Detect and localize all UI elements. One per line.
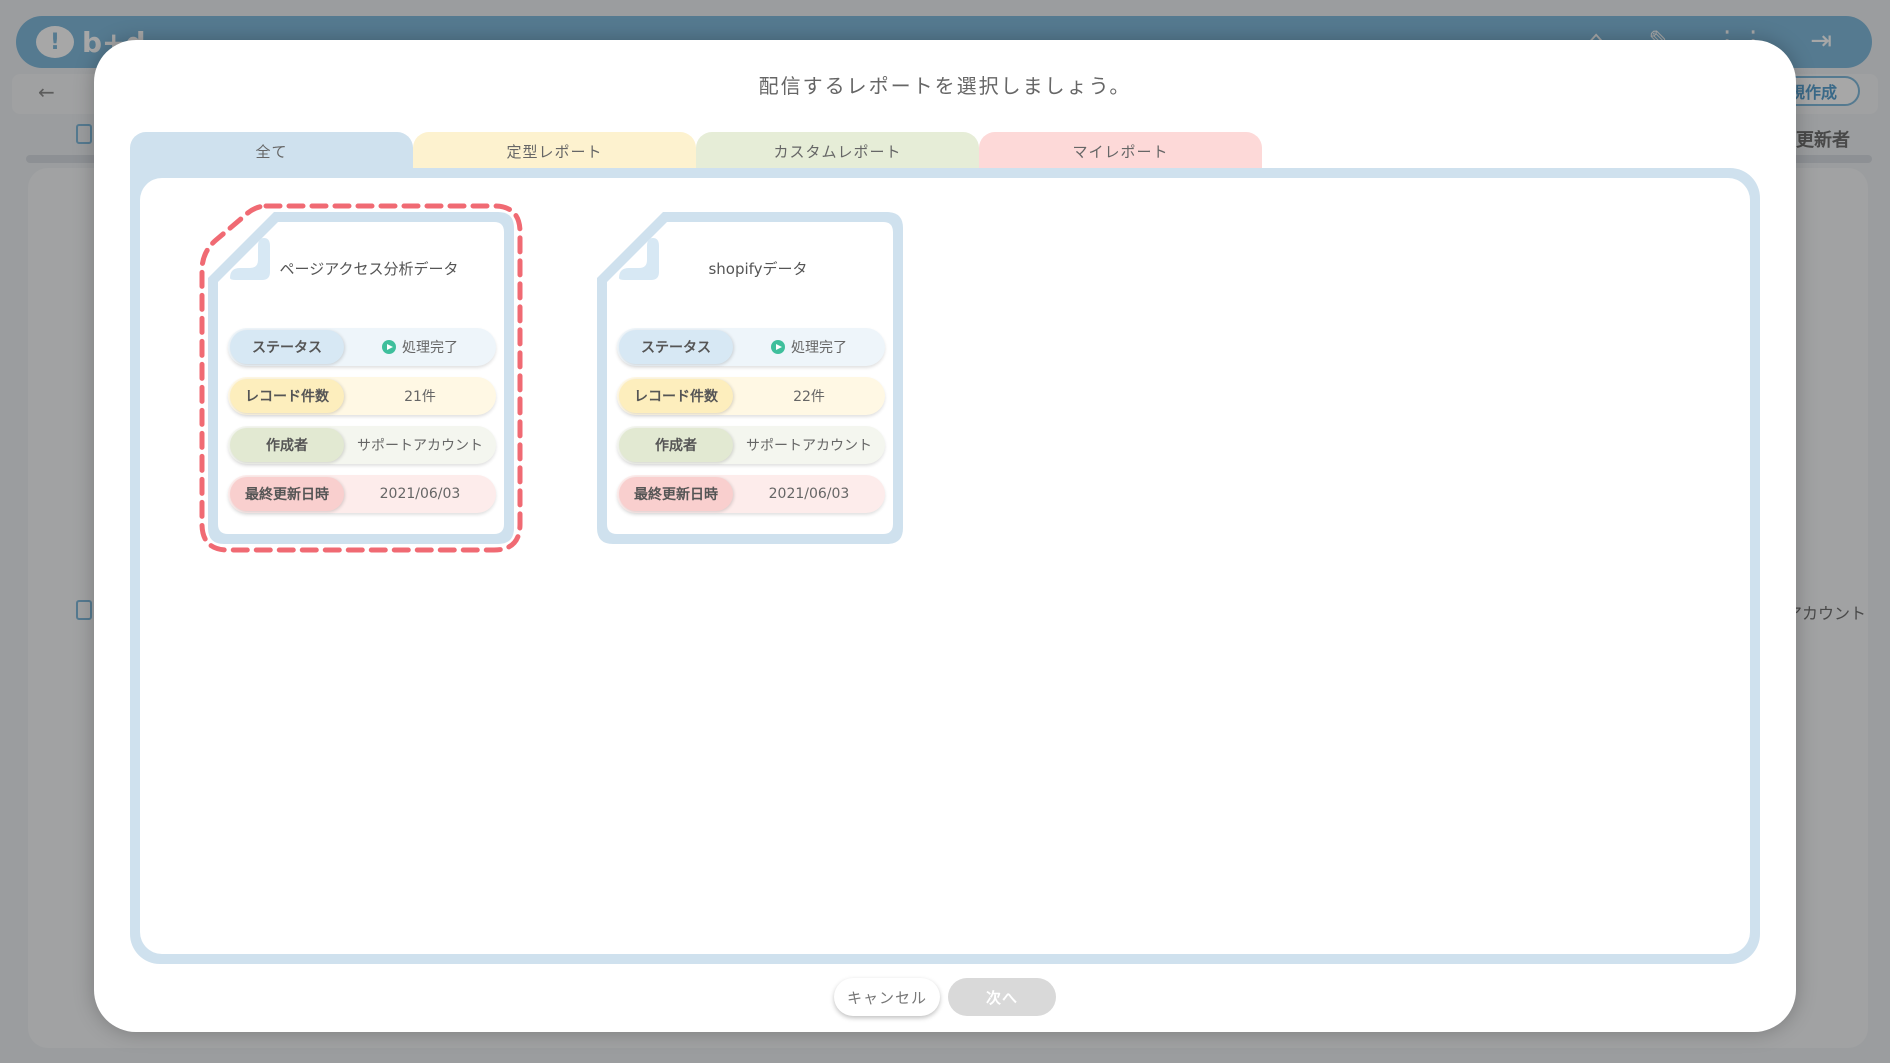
updated-date-label: 最終更新日時 (619, 477, 733, 511)
tab-fixed-report[interactable]: 定型レポート (413, 132, 696, 170)
next-button[interactable]: 次へ (948, 978, 1056, 1016)
tab-all[interactable]: 全て (130, 132, 413, 170)
report-select-modal: 配信するレポートを選択しましょう。 全て 定型レポート カスタムレポート マイレ… (94, 40, 1796, 1032)
play-circle-icon (771, 340, 785, 354)
tab-content-frame: ページアクセス分析データ ステータス 処理完了 レコード件数 21件 作成者 サ… (130, 168, 1760, 964)
status-value: 処理完了 (344, 337, 496, 357)
tab-custom-report[interactable]: カスタムレポート (696, 132, 979, 170)
status-value: 処理完了 (733, 337, 885, 357)
record-count-label: レコード件数 (619, 379, 733, 413)
card-info-rows: ステータス 処理完了 レコード件数 22件 作成者 サポートアカウント 最終更新… (617, 328, 885, 513)
author-label: 作成者 (619, 428, 733, 462)
updated-date-label: 最終更新日時 (230, 477, 344, 511)
author-label: 作成者 (230, 428, 344, 462)
updated-date-value: 2021/06/03 (379, 486, 461, 502)
status-text: 処理完了 (402, 340, 458, 356)
status-label: ステータス (619, 330, 733, 364)
record-count-value: 21件 (404, 389, 436, 405)
author-value: サポートアカウント (357, 438, 483, 454)
report-tabs: 全て 定型レポート カスタムレポート マイレポート (130, 132, 1262, 170)
record-count-row: レコード件数 21件 (228, 377, 496, 415)
card-title: shopifyデータ (708, 260, 808, 278)
record-count-value: 22件 (793, 389, 825, 405)
author-value: サポートアカウント (746, 438, 872, 454)
card-title: ページアクセス分析データ (279, 260, 459, 278)
report-card-page-access[interactable]: ページアクセス分析データ ステータス 処理完了 レコード件数 21件 作成者 サ… (199, 203, 523, 553)
card-info-rows: ステータス 処理完了 レコード件数 21件 作成者 サポートアカウント 最終更新… (228, 328, 496, 513)
updated-date-row: 最終更新日時 2021/06/03 (617, 475, 885, 513)
updated-date-row: 最終更新日時 2021/06/03 (228, 475, 496, 513)
tab-my-report[interactable]: マイレポート (979, 132, 1262, 170)
cancel-button[interactable]: キャンセル (834, 978, 940, 1016)
record-count-label: レコード件数 (230, 379, 344, 413)
status-row: ステータス 処理完了 (617, 328, 885, 366)
status-row: ステータス 処理完了 (228, 328, 496, 366)
modal-title: 配信するレポートを選択しましょう。 (758, 74, 1132, 98)
author-row: 作成者 サポートアカウント (617, 426, 885, 464)
report-card-area: ページアクセス分析データ ステータス 処理完了 レコード件数 21件 作成者 サ… (140, 178, 1750, 954)
author-row: 作成者 サポートアカウント (228, 426, 496, 464)
status-label: ステータス (230, 330, 344, 364)
updated-date-value: 2021/06/03 (768, 486, 850, 502)
record-count-row: レコード件数 22件 (617, 377, 885, 415)
report-card-shopify[interactable]: shopifyデータ ステータス 処理完了 レコード件数 22件 作成者 サポー… (593, 208, 907, 548)
status-text: 処理完了 (791, 340, 847, 356)
play-circle-icon (382, 340, 396, 354)
